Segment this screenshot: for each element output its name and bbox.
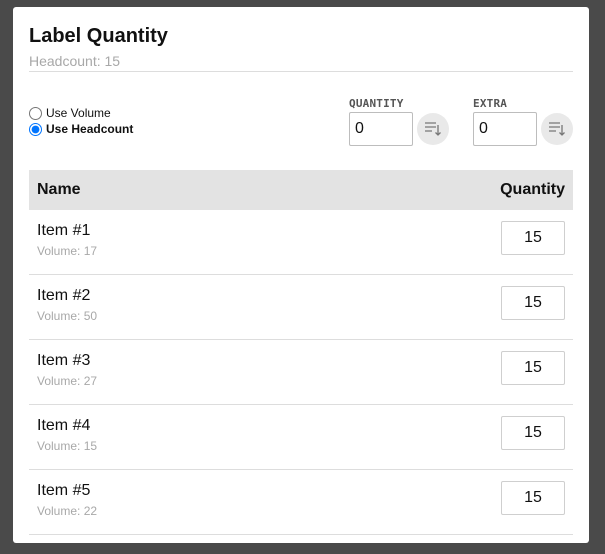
item-quantity-input[interactable] bbox=[501, 481, 565, 515]
item-quantity-input[interactable] bbox=[501, 286, 565, 320]
item-quantity-input[interactable] bbox=[501, 221, 565, 255]
item-volume: Volume: 15 bbox=[37, 439, 98, 453]
use-headcount-option[interactable]: Use Headcount bbox=[29, 122, 133, 136]
extra-label: EXTRA bbox=[473, 97, 508, 110]
item-volume: Volume: 50 bbox=[37, 309, 98, 323]
table-row: Item #2 Volume: 50 bbox=[29, 275, 573, 340]
sort-icon bbox=[549, 122, 565, 136]
name-column-header: Name bbox=[37, 181, 81, 198]
item-name: Item #2 bbox=[37, 287, 91, 304]
use-volume-radio[interactable] bbox=[29, 106, 42, 120]
item-name: Item #5 bbox=[37, 482, 91, 499]
quantity-input[interactable] bbox=[349, 112, 413, 146]
headcount-subtitle: Headcount: 15 bbox=[29, 53, 121, 69]
use-volume-label: Use Volume bbox=[46, 106, 111, 120]
item-quantity-input[interactable] bbox=[501, 416, 565, 450]
table-row: Item #5 Volume: 22 bbox=[29, 470, 573, 535]
item-quantity-input[interactable] bbox=[501, 351, 565, 385]
item-volume: Volume: 27 bbox=[37, 374, 98, 388]
item-name: Item #3 bbox=[37, 352, 91, 369]
title-divider bbox=[29, 71, 573, 72]
table-row: Item #4 Volume: 15 bbox=[29, 405, 573, 470]
item-volume: Volume: 22 bbox=[37, 504, 98, 518]
label-quantity-dialog: Label Quantity Headcount: 15 Use Volume … bbox=[13, 7, 589, 543]
quantity-sort-button[interactable] bbox=[417, 113, 449, 145]
use-volume-option[interactable]: Use Volume bbox=[29, 106, 111, 120]
extra-input[interactable] bbox=[473, 112, 537, 146]
extra-sort-button[interactable] bbox=[541, 113, 573, 145]
table-row: Item #3 Volume: 27 bbox=[29, 340, 573, 405]
item-name: Item #1 bbox=[37, 222, 91, 239]
item-volume: Volume: 17 bbox=[37, 244, 98, 258]
quantity-label: QUANTITY bbox=[349, 97, 404, 110]
table-header: Name Quantity bbox=[29, 170, 573, 210]
dialog-title: Label Quantity bbox=[29, 25, 168, 47]
quantity-column-header: Quantity bbox=[500, 181, 565, 198]
use-headcount-radio[interactable] bbox=[29, 122, 42, 136]
use-headcount-label: Use Headcount bbox=[46, 122, 134, 136]
item-name: Item #4 bbox=[37, 417, 91, 434]
table-row: Item #1 Volume: 17 bbox=[29, 210, 573, 275]
sort-icon bbox=[425, 122, 441, 136]
